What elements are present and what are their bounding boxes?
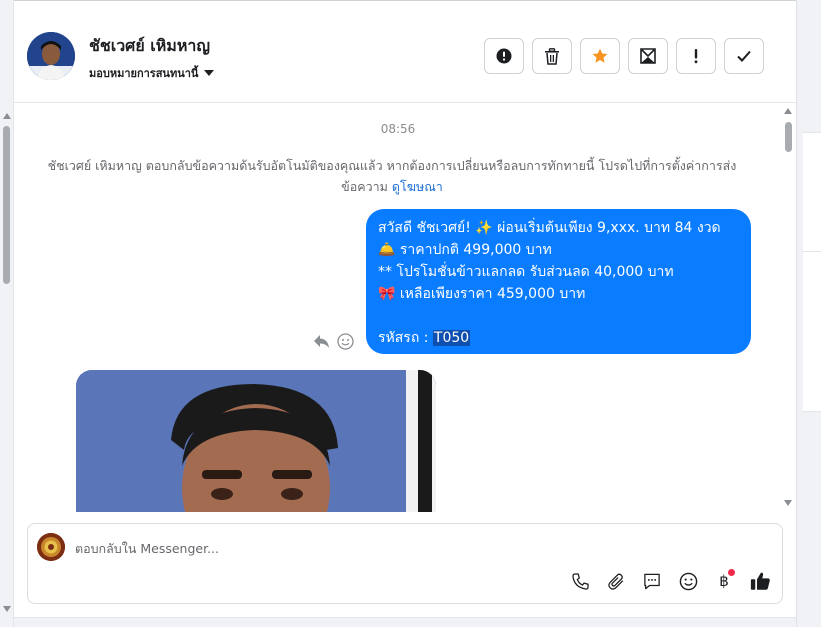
conversation-header: ชัชเวศย์ เหิมหาญ มอบหมายการสนทนานี้: [14, 8, 796, 103]
scroll-down-arrow-icon[interactable]: [3, 606, 11, 612]
thumbs-up-icon: [750, 572, 770, 590]
paperclip-icon: [607, 573, 623, 590]
smiley-icon: [336, 332, 354, 350]
call-button[interactable]: [569, 570, 591, 592]
mark-unread-button[interactable]: [628, 38, 668, 74]
message-thread[interactable]: 08:56 ชัชเวศย์ เหิมหาญ ตอบกลับข้อความด้น…: [14, 104, 782, 512]
payment-button[interactable]: ฿: [713, 569, 735, 592]
exclamation-icon: [694, 49, 698, 64]
message-timestamp: 08:56: [380, 122, 416, 136]
emoji-button[interactable]: [677, 570, 699, 592]
alert-circle-icon: [496, 48, 512, 64]
check-icon: [737, 50, 751, 62]
message-hover-tools: [312, 332, 354, 350]
chat-scroll-up-arrow-icon[interactable]: [784, 108, 792, 114]
notification-dot: [728, 569, 735, 576]
delete-button[interactable]: [532, 38, 572, 74]
assign-label: มอบหมายการสนทนานี้: [89, 67, 199, 80]
message-line: 🎀 เหลือเพียงราคา 459,000 บาท: [378, 286, 586, 302]
trash-icon: [545, 47, 559, 65]
right-panel-section: [803, 252, 821, 412]
car-code-label: รหัสรถ :: [378, 330, 433, 346]
envelope-icon: [640, 48, 656, 64]
system-message: ชัชเวศย์ เหิมหาญ ตอบกลับข้อความด้นรับอัต…: [36, 155, 748, 197]
page-avatar: [37, 533, 65, 561]
message-line: รหัสรถ : T050: [378, 327, 739, 349]
attach-file-button[interactable]: [605, 570, 627, 592]
bottom-edge: [14, 617, 796, 627]
chat-bubble-icon: [644, 573, 660, 589]
scroll-up-arrow-icon[interactable]: [3, 113, 11, 119]
chat-scroll-down-arrow-icon[interactable]: [784, 500, 792, 506]
like-button[interactable]: [749, 570, 771, 592]
reply-arrow-icon: [313, 334, 329, 348]
reply-button[interactable]: [312, 332, 330, 350]
saved-replies-button[interactable]: [641, 570, 663, 592]
view-ad-link[interactable]: ดูโฆษณา: [392, 179, 443, 194]
react-button[interactable]: [336, 332, 354, 350]
outgoing-message-bubble[interactable]: สวัสดี ชัชเวศย์! ✨ ผ่อนเริ่มต้นเพียง 9,x…: [366, 209, 751, 354]
emoji-icon: [679, 572, 697, 590]
mark-done-button[interactable]: [724, 38, 764, 74]
report-spam-button[interactable]: [484, 38, 524, 74]
message-line: ** โปรโมชั่นข้าวแลกลด รับส่วนลด 40,000 บ…: [378, 264, 674, 280]
mark-follow-up-button[interactable]: [676, 38, 716, 74]
message-line: สวัสดี ชัชเวศย์! ✨ ผ่อนเริ่มต้นเพียง 9,x…: [378, 220, 721, 236]
attached-photo[interactable]: [76, 370, 436, 512]
left-scrollbar[interactable]: [0, 0, 14, 627]
message-line: 🛎️ ราคาปกติ 499,000 บาท: [378, 242, 552, 258]
reply-input[interactable]: [75, 538, 555, 558]
baht-icon: ฿: [719, 572, 729, 590]
star-button[interactable]: [580, 38, 620, 74]
car-code-value: T050: [432, 330, 471, 346]
contact-avatar[interactable]: [27, 32, 75, 80]
header-actions: [484, 38, 764, 74]
message-composer: ฿: [27, 523, 783, 604]
message-spacer: [378, 305, 739, 327]
caret-down-icon: [204, 70, 215, 76]
phone-icon: [571, 572, 589, 590]
right-panel-edge: [796, 0, 821, 627]
photo-image: [76, 370, 436, 512]
scrollbar-thumb[interactable]: [3, 126, 10, 284]
contact-name[interactable]: ชัชเวศย์ เหิมหาญ: [89, 34, 210, 59]
star-icon: [592, 48, 608, 63]
chat-scrollbar-thumb[interactable]: [785, 122, 792, 152]
right-panel-section: [803, 132, 821, 252]
assign-conversation-dropdown[interactable]: มอบหมายการสนทนานี้: [89, 64, 215, 82]
composer-tools: ฿: [569, 569, 771, 592]
